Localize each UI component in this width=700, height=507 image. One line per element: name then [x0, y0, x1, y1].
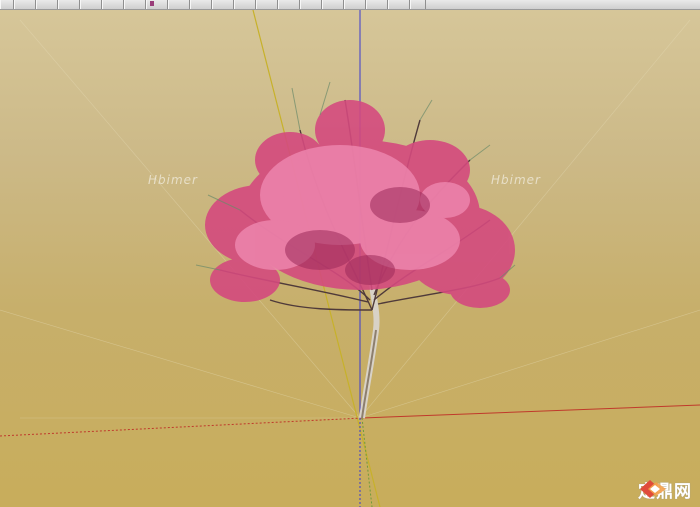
watermark: Hbimer [491, 173, 541, 187]
toolbar-button[interactable] [14, 0, 36, 9]
scene-canvas [0, 10, 700, 507]
toolbar-button[interactable] [388, 0, 410, 9]
3d-viewport[interactable]: Hbimer Hbimer 定鼎网 [0, 10, 700, 507]
sketchup-window: Hbimer Hbimer 定鼎网 [0, 0, 700, 507]
green-axis-dotted [361, 417, 373, 507]
paint-bucket-icon [150, 1, 154, 6]
toolbar-button[interactable] [344, 0, 366, 9]
toolbar-button[interactable] [322, 0, 344, 9]
toolbar-button[interactable] [366, 0, 388, 9]
toolbar-button[interactable] [168, 0, 190, 9]
blossom-tree[interactable] [195, 81, 516, 419]
toolbar-button[interactable] [256, 0, 278, 9]
red-axis-dotted [0, 417, 363, 437]
diamond-logo-icon [640, 480, 666, 498]
toolbar-button[interactable] [300, 0, 322, 9]
toolbar-button[interactable] [80, 0, 102, 9]
toolbar-button[interactable] [102, 0, 124, 9]
watermark: Hbimer [148, 173, 198, 187]
toolbar-button[interactable] [212, 0, 234, 9]
toolbar-button[interactable] [190, 0, 212, 9]
toolbar-button[interactable] [36, 0, 58, 9]
toolbar [0, 0, 700, 10]
toolbar-button[interactable] [278, 0, 300, 9]
red-axis [361, 404, 700, 419]
toolbar-button[interactable] [410, 0, 426, 9]
brand-logo: 定鼎网 [638, 478, 692, 502]
toolbar-button[interactable] [234, 0, 256, 9]
toolbar-button[interactable] [58, 0, 80, 9]
toolbar-button[interactable] [0, 0, 14, 9]
toolbar-button[interactable] [146, 0, 168, 9]
toolbar-button[interactable] [124, 0, 146, 9]
